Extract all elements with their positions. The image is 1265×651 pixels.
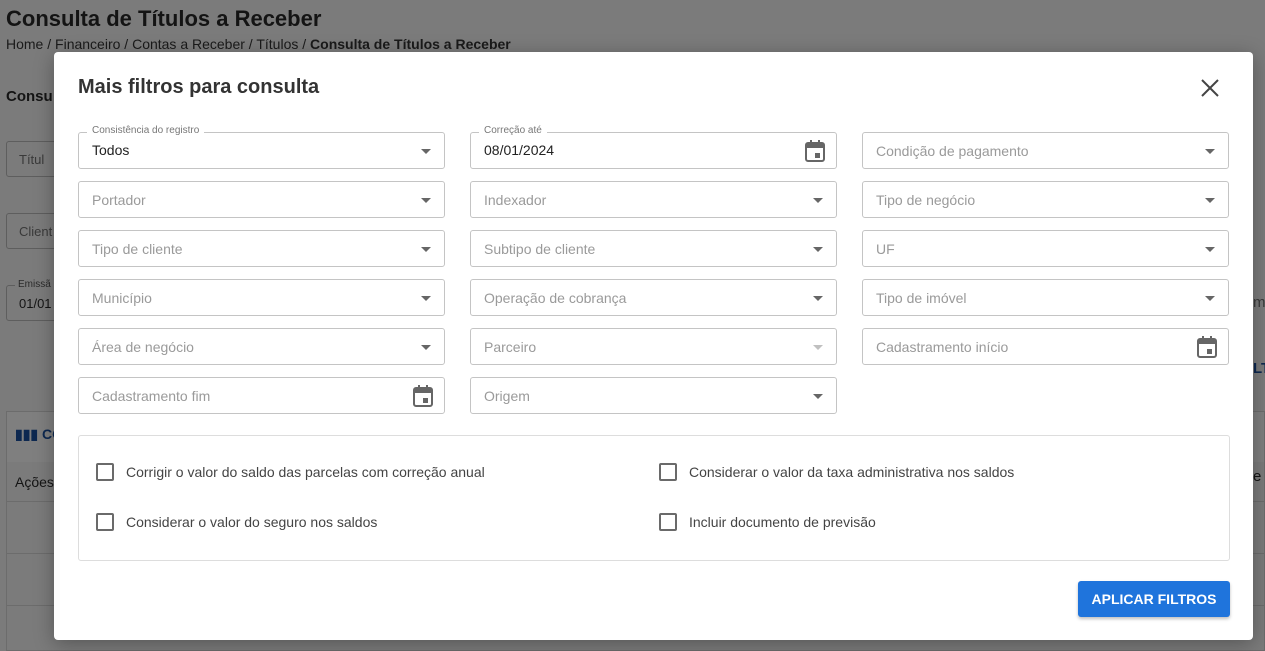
field-value: 08/01/2024 [484, 142, 555, 158]
consistencia-do-registro-select[interactable]: Consistência do registro Todos [78, 125, 445, 169]
origem-select[interactable]: Origem [470, 377, 837, 414]
options-panel: Corrigir o valor do saldo das parcelas c… [78, 435, 1230, 561]
dropdown-arrow-icon[interactable] [421, 247, 431, 252]
field-placeholder: Origem [484, 388, 530, 404]
checkbox-box[interactable] [659, 463, 677, 481]
calendar-icon[interactable] [805, 140, 825, 162]
operacao-de-cobranca-select[interactable]: Operação de cobrança [470, 279, 837, 316]
field-placeholder: Condição de pagamento [876, 143, 1029, 159]
breadcrumb-financeiro[interactable]: Financeiro [55, 36, 120, 52]
field-placeholder: Operação de cobrança [484, 290, 627, 306]
dropdown-arrow-icon[interactable] [813, 247, 823, 252]
dropdown-arrow-icon[interactable] [421, 296, 431, 301]
cadastramento-fim-date-field[interactable]: Cadastramento fim [78, 377, 445, 414]
breadcrumb-contas[interactable]: Contas a Receber [132, 36, 245, 52]
breadcrumb-titulos[interactable]: Títulos [256, 36, 298, 52]
field-placeholder: Indexador [484, 192, 547, 208]
checkbox-box[interactable] [96, 513, 114, 531]
checkbox-label: Incluir documento de previsão [689, 514, 876, 530]
uf-select[interactable]: UF [862, 230, 1229, 267]
correcao-ate-date-field[interactable]: Correção até 08/01/2024 [470, 125, 837, 169]
fragment-link[interactable]: LT [1253, 360, 1265, 377]
field-value: Todos [92, 142, 130, 158]
field-placeholder: Tipo de imóvel [876, 290, 967, 306]
tipo-de-negocio-select[interactable]: Tipo de negócio [862, 181, 1229, 218]
portador-select[interactable]: Portador [78, 181, 445, 218]
field-placeholder: UF [876, 241, 895, 257]
tipo-de-imovel-select[interactable]: Tipo de imóvel [862, 279, 1229, 316]
field-placeholder: Portador [92, 192, 146, 208]
municipio-select[interactable]: Município [78, 279, 445, 316]
columns-icon: ▮▮▮ [15, 426, 43, 442]
checkbox-label: Considerar o valor do seguro nos saldos [126, 514, 378, 530]
dropdown-arrow-icon[interactable] [1205, 149, 1215, 154]
field-placeholder: Subtipo de cliente [484, 241, 596, 257]
section-title: Consu [6, 88, 53, 105]
dialog-title: Mais filtros para consulta [78, 76, 320, 98]
checkbox-box[interactable] [96, 463, 114, 481]
field-placeholder: Área de negócio [92, 339, 194, 355]
field-label: Correção até [479, 125, 547, 136]
breadcrumb-current: Consulta de Títulos a Receber [310, 36, 511, 52]
breadcrumb-home[interactable]: Home [6, 36, 43, 52]
parceiro-select: Parceiro [470, 328, 837, 365]
checkbox-box[interactable] [659, 513, 677, 531]
checkbox-taxa-administrativa[interactable]: Considerar o valor da taxa administrativ… [659, 463, 1014, 481]
checkbox-corrigir-saldo[interactable]: Corrigir o valor do saldo das parcelas c… [96, 463, 485, 481]
emissao-label: Emissã [15, 279, 54, 290]
dropdown-arrow-icon[interactable] [813, 296, 823, 301]
field-placeholder: Município [92, 290, 152, 306]
checkbox-label: Considerar o valor da taxa administrativ… [689, 464, 1015, 480]
subtipo-de-cliente-select[interactable]: Subtipo de cliente [470, 230, 837, 267]
page-title: Consulta de Títulos a Receber [6, 6, 322, 31]
field-placeholder: Parceiro [484, 339, 537, 355]
breadcrumb: Home / Financeiro / Contas a Receber / T… [6, 36, 511, 52]
area-de-negocio-select[interactable]: Área de negócio [78, 328, 445, 365]
cadastramento-inicio-date-field[interactable]: Cadastramento início [862, 328, 1229, 365]
tipo-de-cliente-select[interactable]: Tipo de cliente [78, 230, 445, 267]
apply-filters-button[interactable]: APLICAR FILTROS [1078, 581, 1230, 617]
calendar-icon[interactable] [1197, 336, 1217, 358]
field-placeholder: Tipo de negócio [876, 192, 976, 208]
checkbox-seguro[interactable]: Considerar o valor do seguro nos saldos [96, 513, 377, 531]
checkbox-documento-previsao[interactable]: Incluir documento de previsão [659, 513, 876, 531]
fragment: m [1253, 294, 1265, 311]
field-placeholder: Cadastramento fim [92, 388, 211, 404]
dropdown-arrow-icon[interactable] [1205, 296, 1215, 301]
more-filters-dialog: Mais filtros para consulta Consistência … [54, 52, 1253, 640]
dropdown-arrow-icon[interactable] [421, 198, 431, 203]
dropdown-arrow-icon[interactable] [813, 345, 823, 350]
close-icon[interactable] [1198, 76, 1222, 100]
dropdown-arrow-icon[interactable] [421, 345, 431, 350]
emissao-value: 01/01 [19, 296, 52, 311]
dropdown-arrow-icon[interactable] [813, 198, 823, 203]
dropdown-arrow-icon[interactable] [813, 394, 823, 399]
condicao-de-pagamento-select[interactable]: Condição de pagamento [862, 132, 1229, 169]
field-placeholder: Cadastramento início [876, 339, 1009, 355]
dropdown-arrow-icon[interactable] [1205, 247, 1215, 252]
dropdown-arrow-icon[interactable] [421, 149, 431, 154]
dropdown-arrow-icon[interactable] [1205, 198, 1215, 203]
field-label: Consistência do registro [87, 125, 205, 136]
calendar-icon[interactable] [413, 385, 433, 407]
indexador-select[interactable]: Indexador [470, 181, 837, 218]
field-placeholder: Tipo de cliente [92, 241, 183, 257]
fragment: e [1253, 468, 1262, 485]
checkbox-label: Corrigir o valor do saldo das parcelas c… [126, 464, 485, 480]
